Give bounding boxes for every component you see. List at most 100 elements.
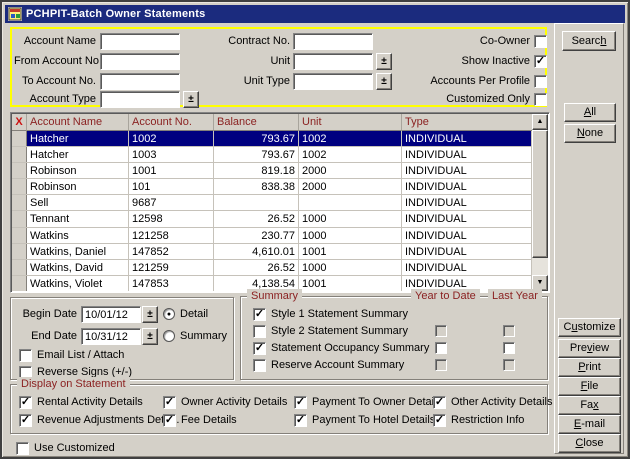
end-date-input[interactable] (81, 328, 141, 345)
payment-to-owner-details-checkbox[interactable]: ✓ (294, 396, 307, 409)
customized-only-checkbox[interactable] (534, 93, 547, 106)
detail-radio[interactable]: ● (163, 308, 175, 320)
to-account-no-input[interactable] (100, 73, 180, 90)
revenue-adjustments-details-checkbox[interactable]: ✓ (19, 414, 32, 427)
close-button[interactable]: Close (558, 434, 621, 453)
header-unit[interactable]: Unit (299, 114, 402, 131)
table-header: X Account Name Account No. Balance Unit … (12, 114, 532, 131)
from-account-no-label: From Account No. (14, 53, 96, 70)
print-button[interactable]: Print (558, 358, 621, 377)
search-button[interactable]: Search (562, 31, 616, 51)
table-row[interactable]: Watkins, David 121259 26.52 1000 INDIVID… (12, 260, 532, 276)
table-row[interactable]: Watkins 121258 230.77 1000 INDIVIDUAL (12, 228, 532, 244)
begin-date-input[interactable] (81, 306, 141, 323)
co-owner-label: Co-Owner (412, 33, 530, 50)
use-customized-label: Use Customized (34, 440, 115, 457)
restriction-info-checkbox[interactable]: ✓ (433, 414, 446, 427)
summary-radio[interactable] (163, 330, 175, 342)
owner-activity-details-checkbox[interactable]: ✓ (163, 396, 176, 409)
table-row[interactable]: Robinson 101 838.38 2000 INDIVIDUAL (12, 179, 532, 195)
header-type[interactable]: Type (402, 114, 532, 131)
scroll-up-button[interactable]: ▲ (532, 114, 548, 130)
cell-account-no: 1001 (129, 163, 214, 178)
fee-details-label: Fee Details (181, 412, 237, 429)
cell-type: INDIVIDUAL (402, 163, 532, 178)
reserve-ytd-checkbox[interactable] (435, 359, 447, 371)
statement-occupancy-summary-checkbox[interactable]: ✓ (253, 342, 266, 355)
email-list-attach-checkbox[interactable] (19, 349, 32, 362)
style2-statement-summary-checkbox[interactable] (253, 325, 266, 338)
cell-type: INDIVIDUAL (402, 195, 532, 210)
unit-dropdown-button[interactable]: ± (376, 53, 392, 70)
last-year-column-label: Last Year (488, 289, 542, 303)
statement-occupancy-summary-label: Statement Occupancy Summary (271, 340, 429, 357)
account-name-input[interactable] (100, 33, 180, 50)
from-account-no-input[interactable] (100, 53, 180, 70)
unit-type-input[interactable] (293, 73, 373, 90)
cell-type: INDIVIDUAL (402, 131, 532, 146)
rental-activity-details-checkbox[interactable]: ✓ (19, 396, 32, 409)
app-icon (8, 7, 22, 21)
cell-account-name: Robinson (27, 179, 129, 194)
file-button[interactable]: File (558, 377, 621, 396)
cell-account-no: 12598 (129, 211, 214, 226)
select-all-button[interactable]: All (564, 103, 616, 122)
table-row[interactable]: Watkins, Daniel 147852 4,610.01 1001 IND… (12, 244, 532, 260)
fax-button[interactable]: Fax (558, 396, 621, 415)
table-row[interactable]: Sell 9687 INDIVIDUAL (12, 195, 532, 211)
occupancy-ytd-checkbox[interactable] (435, 342, 447, 354)
reserve-lastyear-checkbox[interactable] (503, 359, 515, 371)
account-type-input[interactable] (100, 91, 180, 108)
header-balance[interactable]: Balance (214, 114, 299, 131)
begin-date-dropdown-button[interactable]: ± (142, 306, 158, 323)
co-owner-checkbox[interactable] (534, 35, 547, 48)
other-activity-details-checkbox[interactable]: ✓ (433, 396, 446, 409)
cell-type: INDIVIDUAL (402, 211, 532, 226)
payment-to-hotel-details-checkbox[interactable]: ✓ (294, 414, 307, 427)
style2-statement-summary-label: Style 2 Statement Summary (271, 323, 408, 340)
scroll-down-icon: ▼ (537, 279, 544, 286)
reserve-account-summary-checkbox[interactable] (253, 359, 266, 372)
account-type-dropdown-button[interactable]: ± (183, 91, 199, 108)
cell-balance: 26.52 (214, 260, 299, 275)
table-row[interactable]: Tennant 12598 26.52 1000 INDIVIDUAL (12, 211, 532, 227)
cell-account-name: Watkins, Daniel (27, 244, 129, 259)
cell-unit: 1000 (299, 260, 402, 275)
header-account-name[interactable]: Account Name (27, 114, 129, 131)
cell-account-no: 147852 (129, 244, 214, 259)
preview-button[interactable]: Preview (558, 339, 621, 358)
cell-unit: 1001 (299, 244, 402, 259)
cell-balance: 4,610.01 (214, 244, 299, 259)
filter-row-2: From Account No. Unit ± Show Inactive ✓ (12, 53, 545, 70)
occupancy-lastyear-checkbox[interactable] (503, 342, 515, 354)
style2-lastyear-checkbox[interactable] (503, 325, 515, 337)
accounts-table: X Account Name Account No. Balance Unit … (10, 112, 550, 293)
style1-statement-summary-checkbox[interactable]: ✓ (253, 308, 266, 321)
fee-details-checkbox[interactable]: ✓ (163, 414, 176, 427)
date-options-group: Begin Date ± ● Detail End Date ± Summary… (10, 297, 234, 380)
accounts-per-profile-checkbox[interactable] (534, 75, 547, 88)
dropdown-icon: ± (188, 94, 194, 105)
table-row[interactable]: Robinson 1001 819.18 2000 INDIVIDUAL (12, 163, 532, 179)
table-scrollbar[interactable]: ▲ ▼ (532, 114, 548, 291)
unit-type-dropdown-button[interactable]: ± (376, 73, 392, 90)
use-customized-checkbox[interactable] (16, 442, 29, 455)
customized-only-label: Customized Only (412, 91, 530, 108)
cell-account-no: 121259 (129, 260, 214, 275)
scroll-up-icon: ▲ (537, 118, 544, 125)
cell-account-no: 147853 (129, 276, 214, 291)
email-button[interactable]: E-mail (558, 415, 621, 434)
scroll-thumb[interactable] (532, 130, 548, 258)
table-row[interactable]: Hatcher 1003 793.67 1002 INDIVIDUAL (12, 147, 532, 163)
end-date-dropdown-button[interactable]: ± (142, 328, 158, 345)
show-inactive-checkbox[interactable]: ✓ (534, 55, 547, 68)
style2-ytd-checkbox[interactable] (435, 325, 447, 337)
header-account-no[interactable]: Account No. (129, 114, 214, 131)
header-marker[interactable]: X (12, 114, 27, 131)
contract-no-input[interactable] (293, 33, 373, 50)
customize-button[interactable]: Customize (558, 318, 621, 337)
unit-input[interactable] (293, 53, 373, 70)
select-none-button[interactable]: None (564, 124, 616, 143)
begin-date-label: Begin Date (15, 306, 77, 323)
table-row[interactable]: Hatcher 1002 793.67 1002 INDIVIDUAL (12, 131, 532, 147)
